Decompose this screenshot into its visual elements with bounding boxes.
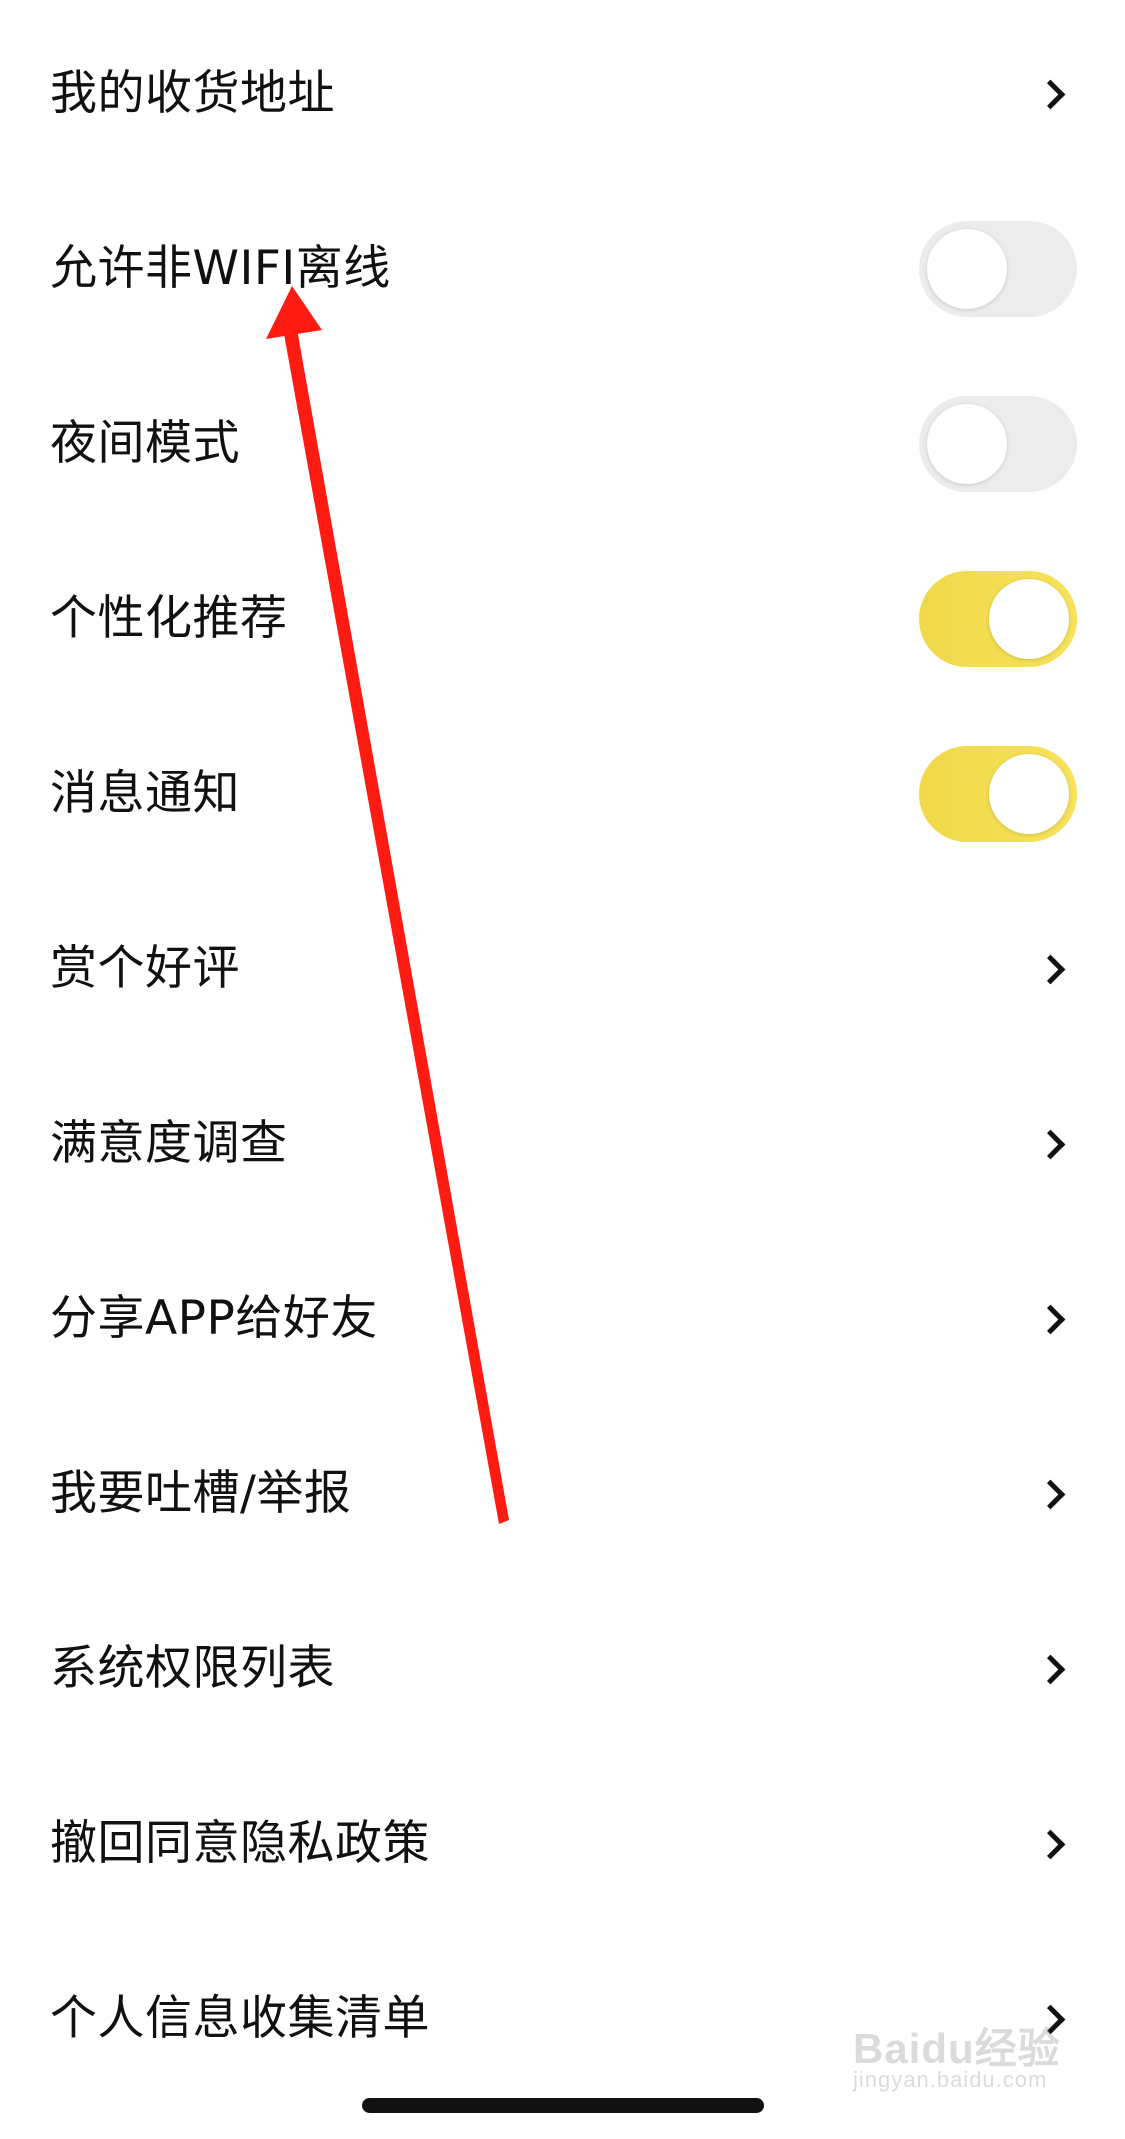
settings-item-label: 满意度调查 — [50, 1116, 288, 1171]
non-wifi-offline-toggle[interactable] — [919, 220, 1077, 317]
chevron-right-icon — [1035, 1479, 1066, 1509]
settings-item-system-permissions[interactable]: 系统权限列表 — [0, 1581, 1125, 1756]
personalized-recommendation-toggle[interactable] — [919, 570, 1077, 667]
chevron-right-icon — [1035, 1129, 1066, 1159]
settings-card: 我的收货地址 允许非WIFI离线 夜间模式 个性化推荐 消息通知 赏个好评 满意… — [0, 6, 1125, 2139]
chevron-right-icon — [1035, 79, 1066, 109]
chevron-right-icon — [1035, 1654, 1066, 1684]
toggle-knob — [927, 228, 1007, 309]
settings-item-label: 夜间模式 — [50, 416, 240, 471]
chevron-right-icon — [1035, 2004, 1066, 2034]
settings-item-message-notification: 消息通知 — [0, 706, 1125, 881]
settings-item-share-app[interactable]: 分享APP给好友 — [0, 1231, 1125, 1406]
settings-item-label: 撤回同意隐私政策 — [50, 1816, 430, 1871]
settings-item-complain-report[interactable]: 我要吐槽/举报 — [0, 1406, 1125, 1581]
settings-item-label: 个人信息收集清单 — [50, 1991, 430, 2046]
toggle-knob — [989, 753, 1069, 834]
settings-item-label: 赏个好评 — [50, 941, 240, 996]
message-notification-toggle[interactable] — [919, 745, 1077, 842]
settings-item-label: 我要吐槽/举报 — [50, 1466, 352, 1521]
chevron-right-icon — [1035, 954, 1066, 984]
toggle-knob — [927, 403, 1007, 484]
settings-item-label: 个性化推荐 — [50, 591, 288, 646]
settings-item-label: 分享APP给好友 — [50, 1291, 378, 1346]
settings-item-label: 允许非WIFI离线 — [50, 241, 391, 296]
settings-item-revoke-privacy-consent[interactable]: 撤回同意隐私政策 — [0, 1756, 1125, 1931]
settings-item-label: 系统权限列表 — [50, 1641, 335, 1696]
chevron-right-icon — [1035, 1304, 1066, 1334]
night-mode-toggle[interactable] — [919, 395, 1077, 492]
settings-item-rate-app[interactable]: 赏个好评 — [0, 881, 1125, 1056]
settings-item-shipping-address[interactable]: 我的收货地址 — [0, 6, 1125, 181]
settings-item-label: 我的收货地址 — [50, 66, 335, 121]
settings-item-allow-non-wifi-offline: 允许非WIFI离线 — [0, 181, 1125, 356]
settings-item-personal-info-list[interactable]: 个人信息收集清单 — [0, 1931, 1125, 2106]
home-indicator[interactable] — [362, 2098, 764, 2113]
settings-item-label: 消息通知 — [50, 766, 240, 821]
settings-item-night-mode: 夜间模式 — [0, 356, 1125, 531]
chevron-right-icon — [1035, 1829, 1066, 1859]
settings-item-satisfaction-survey[interactable]: 满意度调查 — [0, 1056, 1125, 1231]
toggle-knob — [989, 578, 1069, 659]
settings-item-personalized-recommendation: 个性化推荐 — [0, 531, 1125, 706]
